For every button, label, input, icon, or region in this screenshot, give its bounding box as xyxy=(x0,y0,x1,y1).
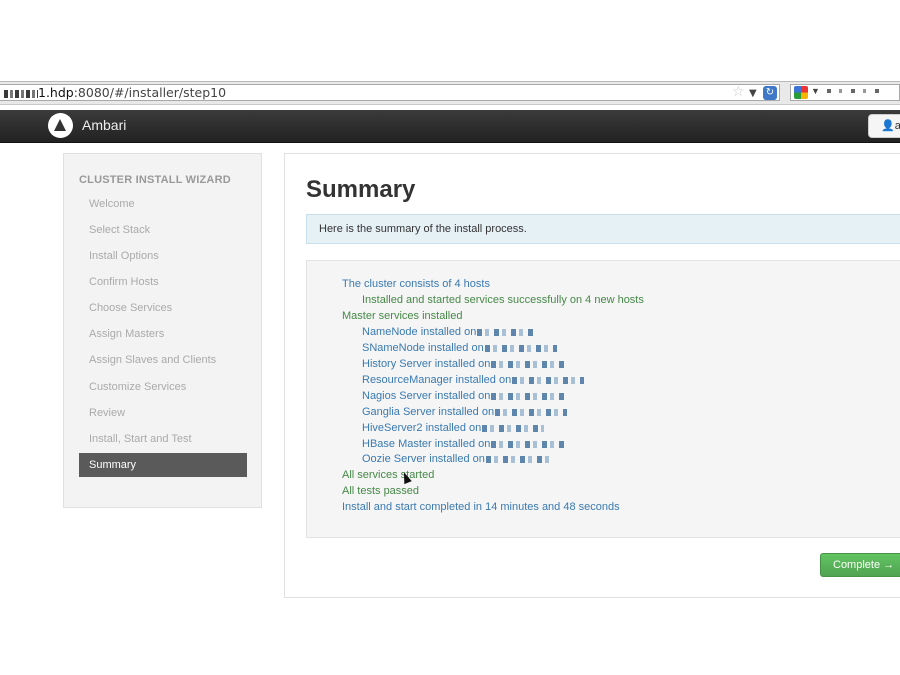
service-item: SNameNode installed on xyxy=(362,342,557,354)
step-assign-masters: Assign Masters xyxy=(89,328,165,340)
redacted-host xyxy=(491,440,567,448)
step-assign-slaves-clients: Assign Slaves and Clients xyxy=(89,354,217,366)
service-item: ResourceManager installed on xyxy=(362,374,585,386)
sidebar-header: CLUSTER INSTALL WIZARD xyxy=(79,174,231,186)
service-item: Ganglia Server installed on xyxy=(362,406,568,418)
user-label: a xyxy=(894,120,900,132)
service-label: NameNode installed on xyxy=(362,326,477,338)
service-item: NameNode installed on xyxy=(362,326,536,338)
service-label: Ganglia Server installed on xyxy=(362,406,495,418)
redacted-host xyxy=(484,344,557,352)
brand-name: Ambari xyxy=(82,117,127,133)
search-redacted-text xyxy=(827,89,887,93)
service-label: Nagios Server installed on xyxy=(362,390,491,402)
bookmark-star-icon[interactable]: ☆ xyxy=(732,85,745,100)
google-icon xyxy=(794,86,808,99)
service-item: Oozie Server installed on xyxy=(362,453,551,465)
url-path: :8080/#/installer/step10 xyxy=(73,85,227,100)
step-confirm-hosts: Confirm Hosts xyxy=(89,276,159,288)
install-duration-text: Install and start completed in 14 minute… xyxy=(342,501,620,513)
master-services-text: Master services installed xyxy=(342,310,463,322)
service-item: Nagios Server installed on xyxy=(362,390,567,402)
all-services-started-text: All services started xyxy=(342,469,435,481)
service-label: HiveServer2 installed on xyxy=(362,422,482,434)
url-host: 1.hdp xyxy=(38,85,74,100)
main-panel: Summary Here is the summary of the insta… xyxy=(284,153,900,598)
step-install-start-test: Install, Start and Test xyxy=(89,433,192,445)
service-label: HBase Master installed on xyxy=(362,438,491,450)
browser-toolbar: 1.hdp:8080/#/installer/step10 ☆ ▼ ↻ ▼ xyxy=(0,81,900,105)
step-choose-services: Choose Services xyxy=(89,302,173,314)
service-label: Oozie Server installed on xyxy=(362,453,485,465)
page-title: Summary xyxy=(306,176,416,203)
step-review: Review xyxy=(89,407,126,419)
refresh-icon[interactable]: ↻ xyxy=(763,86,777,100)
service-label: ResourceManager installed on xyxy=(362,374,512,386)
redacted-host xyxy=(482,424,545,432)
step-welcome: Welcome xyxy=(89,198,135,210)
redacted-host xyxy=(485,455,551,463)
service-label: History Server installed on xyxy=(362,358,491,370)
all-tests-passed-text: All tests passed xyxy=(342,485,420,497)
installed-started-text: Installed and started services successfu… xyxy=(362,294,644,306)
user-icon: 👤 xyxy=(881,120,895,132)
service-item: HiveServer2 installed on xyxy=(362,422,545,434)
step-select-stack: Select Stack xyxy=(89,224,151,236)
redacted-host xyxy=(491,392,567,400)
user-menu-button[interactable]: 👤a xyxy=(868,114,900,138)
service-item: HBase Master installed on xyxy=(362,438,567,450)
redacted-host xyxy=(477,328,536,336)
step-summary-active[interactable]: Summary xyxy=(79,453,247,477)
top-navbar: Ambari 👤a xyxy=(0,110,900,143)
complete-button[interactable]: Complete → xyxy=(820,553,900,577)
service-item: History Server installed on xyxy=(362,358,567,370)
service-label: SNameNode installed on xyxy=(362,342,484,354)
wizard-sidebar: CLUSTER INSTALL WIZARD Welcome Select St… xyxy=(63,153,262,508)
address-bar[interactable]: 1.hdp:8080/#/installer/step10 ☆ ▼ ↻ xyxy=(0,84,780,101)
search-box[interactable]: ▼ xyxy=(790,84,900,101)
chevron-down-icon[interactable]: ▼ xyxy=(749,86,757,101)
search-engine-dropdown-icon[interactable]: ▼ xyxy=(811,86,820,96)
redacted-host xyxy=(512,376,585,384)
url-redacted-prefix xyxy=(4,89,38,98)
info-alert: Here is the summary of the install proce… xyxy=(306,214,900,244)
summary-box: The cluster consists of 4 hosts Installe… xyxy=(306,260,900,538)
redacted-host xyxy=(491,360,567,368)
cluster-hosts-text: The cluster consists of 4 hosts xyxy=(342,278,490,290)
step-customize-services: Customize Services xyxy=(89,381,187,393)
step-install-options: Install Options xyxy=(89,250,159,262)
redacted-host xyxy=(495,408,568,416)
ambari-logo-icon xyxy=(48,113,73,138)
